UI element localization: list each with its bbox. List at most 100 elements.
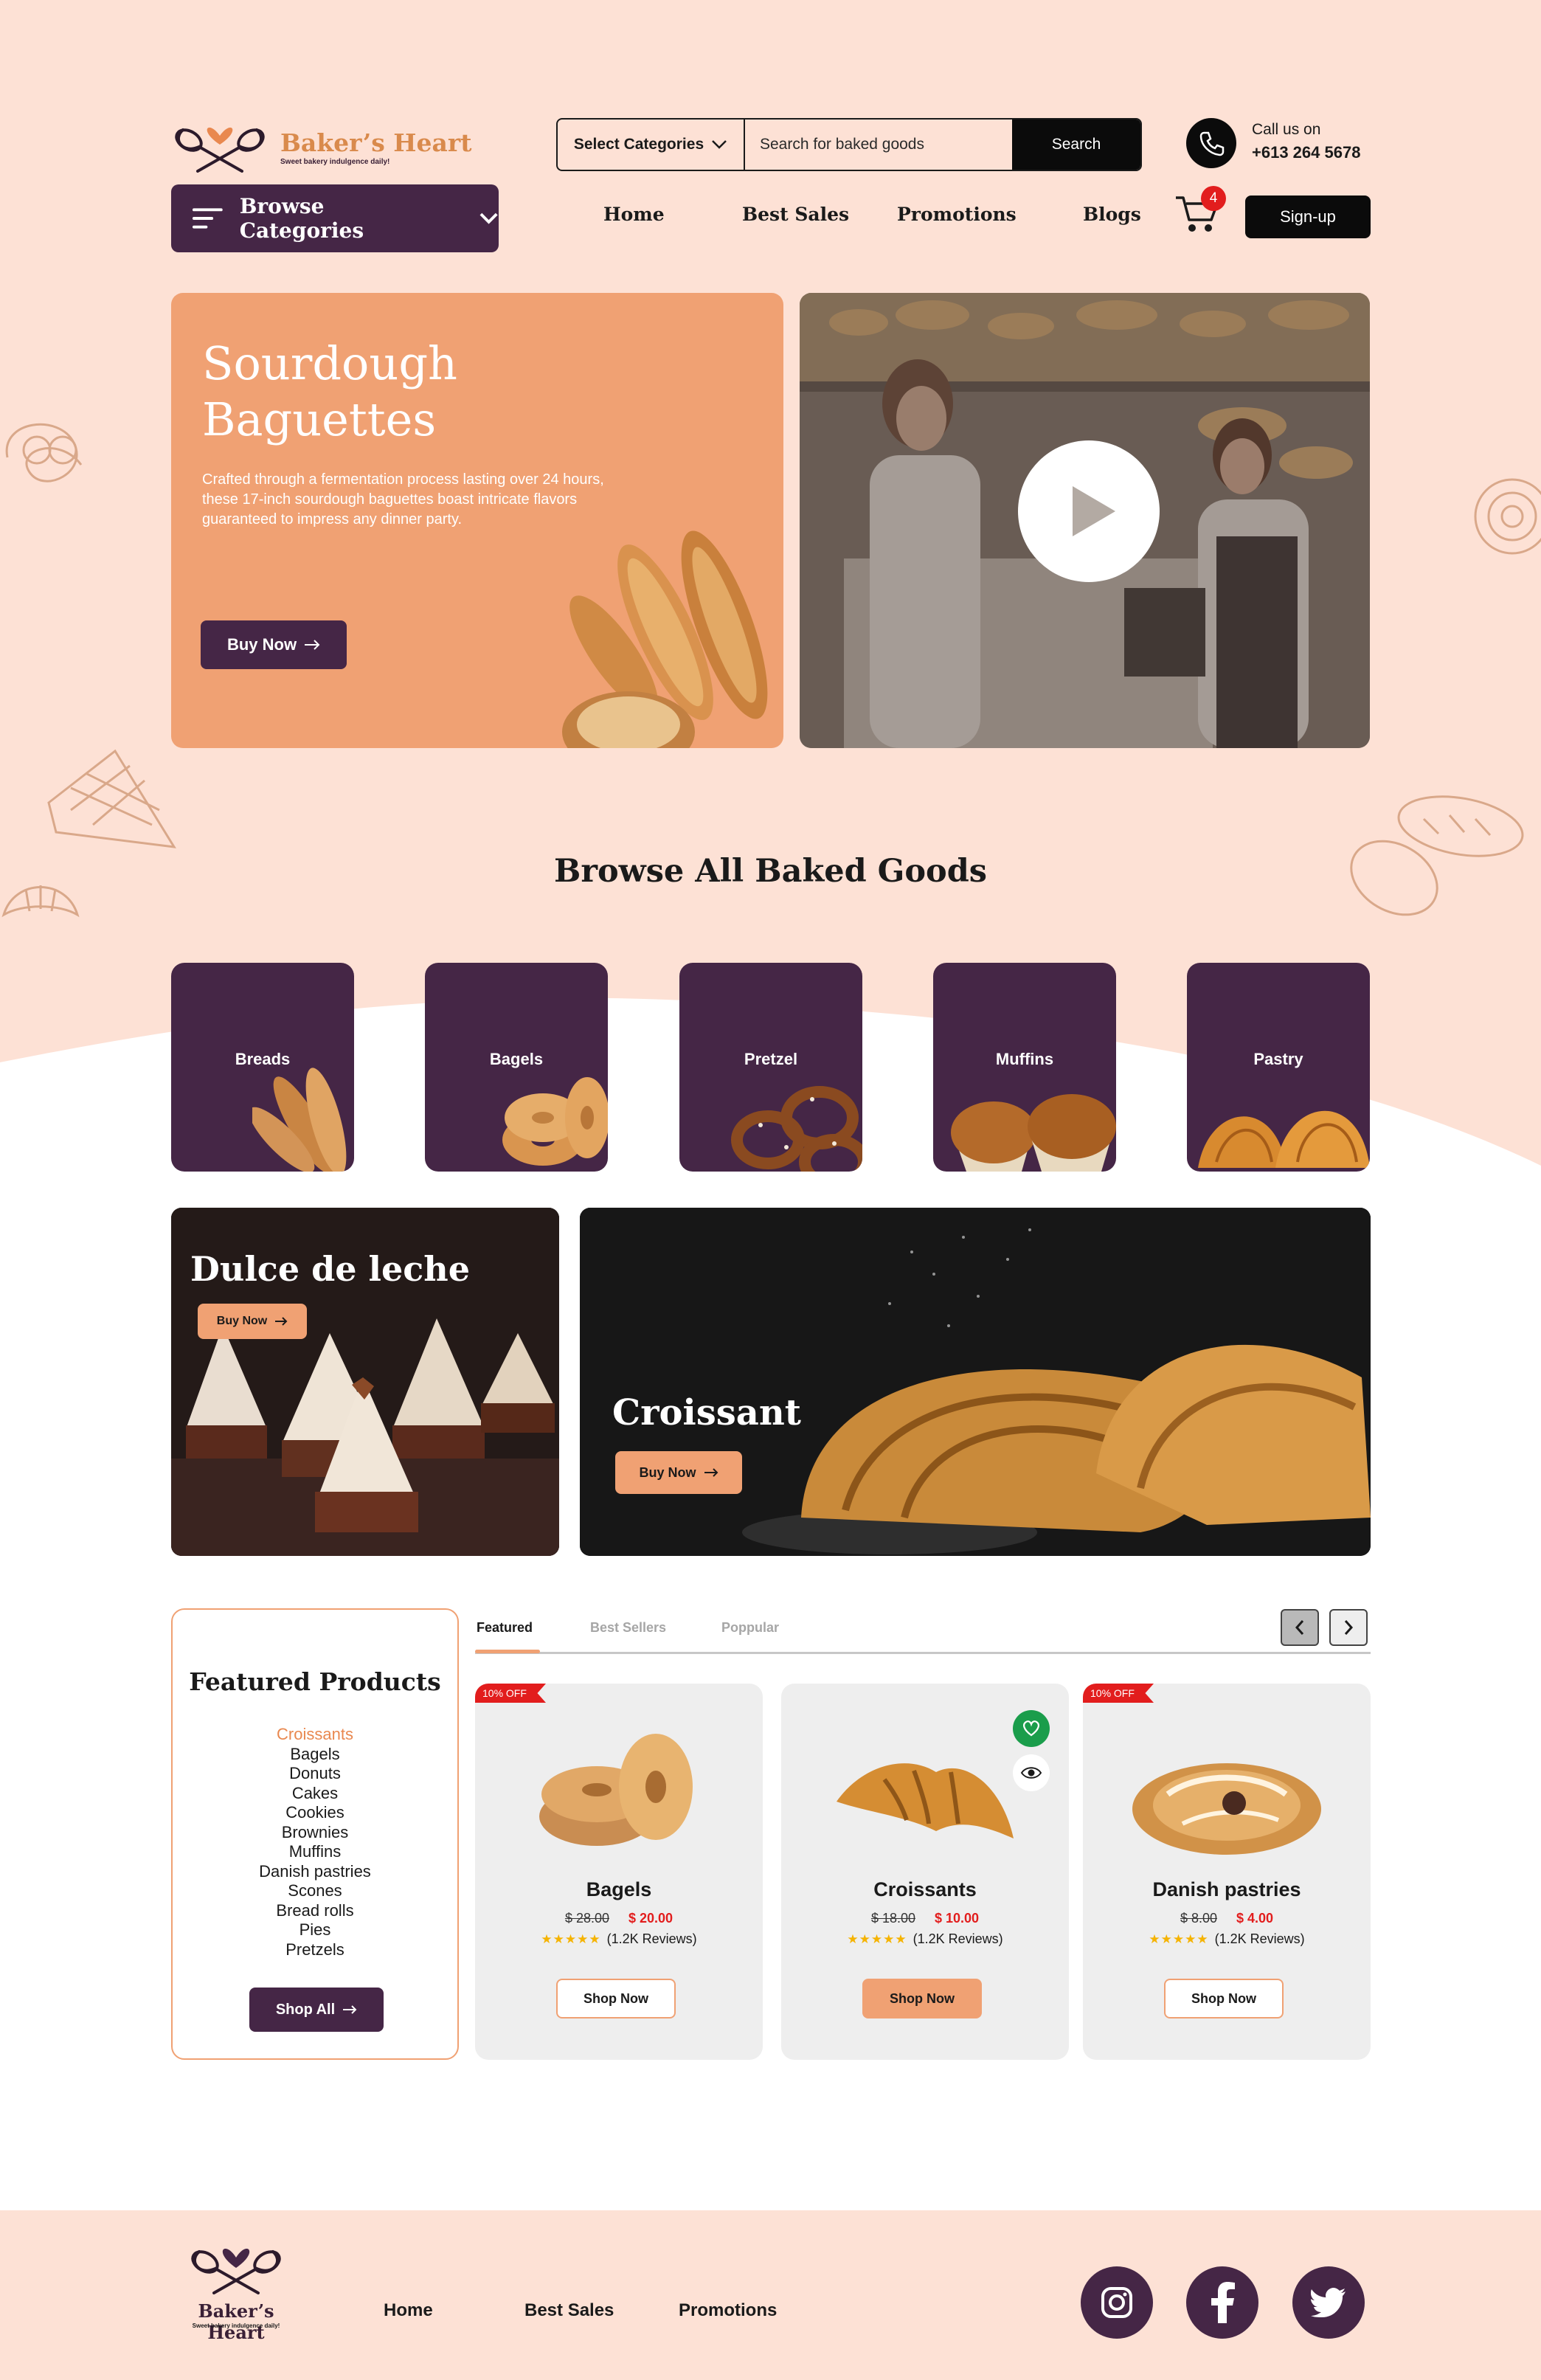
featured-list-item[interactable]: Pretzels [173,1940,457,1960]
product-rating: ★★★★★ (1.2K Reviews) [781,1931,1069,1947]
video-player[interactable] [800,293,1370,748]
arrow-right-icon [704,1468,718,1477]
category-tile-breads[interactable]: Breads [171,963,354,1172]
category-tile-muffins[interactable]: Muffins [933,963,1116,1172]
browse-categories-label: Browse Categories [239,194,364,243]
old-price: $ 8.00 [1180,1911,1217,1926]
featured-list-item[interactable]: Muffins [173,1842,457,1862]
featured-list-item[interactable]: Danish pastries [173,1862,457,1882]
featured-list-item[interactable]: Cookies [173,1803,457,1823]
footer-link-promotions[interactable]: Promotions [679,2300,777,2321]
star-rating-icon: ★★★★★ [847,1931,907,1946]
tab-best-sellers[interactable]: Best Sellers [590,1620,666,1636]
product-name: Danish pastries [1152,1878,1301,1900]
new-price: $ 4.00 [1236,1911,1274,1926]
featured-title: Featured Products [189,1667,441,1696]
review-count: (1.2K Reviews) [913,1931,1003,1946]
review-count: (1.2K Reviews) [1214,1931,1305,1946]
browse-section-title: Browse All Baked Goods [554,853,987,890]
search-button[interactable]: Search [1012,120,1140,170]
tab-popular[interactable]: Poppular [721,1620,779,1636]
phone-number[interactable]: +613 264 5678 [1252,143,1360,162]
product-card[interactable]: 10% OFF Danish pastries $ 8.00 $ 4.00 ★★… [1083,1684,1371,2060]
product-card[interactable]: 10% OFF Bagels $ 28.00 $ 20.00 ★★★★★ (1.… [475,1684,763,2060]
product-card[interactable]: Croissants $ 18.00 $ 10.00 ★★★★★ (1.2K R… [781,1684,1069,2060]
star-rating-icon: ★★★★★ [1149,1931,1209,1946]
whisk-heart-logo-icon [175,127,265,173]
arrow-right-icon [275,1317,288,1326]
footer-brand-tagline: Sweet bakery indulgence daily! [192,2322,280,2329]
discount-badge: 10% OFF [475,1684,546,1703]
nav-best-sales[interactable]: Best Sales [742,204,849,225]
active-tab-indicator [475,1650,540,1653]
discount-badge: 10% OFF [1083,1684,1154,1703]
footer-link-best-sales[interactable]: Best Sales [524,2300,614,2321]
promo-title: Croissant [612,1392,801,1433]
nav-promotions[interactable]: Promotions [897,204,1017,225]
brand-tagline: Sweet bakery indulgence daily! [280,158,390,166]
tab-featured[interactable]: Featured [477,1620,533,1636]
danish-doodle-icon [1474,478,1541,555]
browse-categories-button[interactable]: Browse Categories [171,184,499,252]
shop-all-button[interactable]: Shop All [249,1988,384,2032]
old-price: $ 28.00 [564,1911,609,1926]
next-button[interactable] [1329,1609,1368,1646]
shop-now-button[interactable]: Shop Now [862,1979,982,2018]
shop-now-button[interactable]: Shop Now [556,1979,676,2018]
product-rating: ★★★★★ (1.2K Reviews) [475,1931,763,1947]
product-price: $ 8.00 $ 4.00 [1083,1911,1371,1926]
featured-list-item[interactable]: Bagels [173,1745,457,1765]
footer-brand-name: Baker’s Heart [198,2300,274,2343]
product-rating: ★★★★★ (1.2K Reviews) [1083,1931,1371,1947]
hero-title: Sourdough Baguettes [202,336,457,446]
nav-home[interactable]: Home [603,204,665,225]
bagels-image [502,1077,608,1166]
category-tile-pastry[interactable]: Pastry [1187,963,1370,1172]
instagram-icon[interactable] [1081,2266,1153,2339]
prev-button[interactable] [1281,1609,1319,1646]
nav-blogs[interactable]: Blogs [1083,204,1141,225]
signup-button[interactable]: Sign-up [1245,196,1371,238]
featured-list-item[interactable]: Cakes [173,1784,457,1804]
arrow-right-icon [343,2005,357,2014]
pretzel-image [731,1086,862,1172]
promo-buy-now-button[interactable]: Buy Now [615,1451,742,1494]
heart-icon[interactable] [1013,1710,1050,1747]
featured-list-item[interactable]: Donuts [173,1764,457,1784]
chevron-right-icon [1344,1620,1354,1635]
whisk-heart-logo-icon [191,2249,281,2294]
chevron-down-icon [712,140,727,149]
shop-now-button[interactable]: Shop Now [1164,1979,1284,2018]
chevron-left-icon [1295,1620,1304,1635]
promo-croissant: Croissant Buy Now [580,1208,1371,1556]
category-tile-bagels[interactable]: Bagels [425,963,608,1172]
croissant-image [580,1208,1371,1556]
featured-list-item[interactable]: Bread rolls [173,1901,457,1921]
eye-icon[interactable] [1013,1754,1050,1791]
category-select[interactable]: Select Categories [558,120,745,170]
featured-list-item[interactable]: Croissants [173,1725,457,1745]
category-tile-pretzel[interactable]: Pretzel [679,963,862,1172]
footer-link-home[interactable]: Home [384,2300,433,2321]
breads-image [252,1068,347,1172]
search-input[interactable] [745,120,1012,170]
brand-logo[interactable]: Baker’s Heart Sweet bakery indulgence da… [168,114,471,173]
twitter-icon[interactable] [1292,2266,1365,2339]
chevron-down-icon [479,212,498,224]
hero-buy-now-button[interactable]: Buy Now [201,620,347,669]
search-bar: Select Categories Search [556,118,1142,171]
phone-icon[interactable] [1186,118,1236,168]
review-count: (1.2K Reviews) [606,1931,697,1946]
featured-list-item[interactable]: Brownies [173,1823,457,1843]
danish-pastries-product-image [1132,1763,1321,1855]
promo-buy-now-button[interactable]: Buy Now [198,1304,307,1339]
featured-list-item[interactable]: Pies [173,1920,457,1940]
cart-count-badge: 4 [1201,186,1226,211]
featured-list-item[interactable]: Scones [173,1881,457,1901]
facebook-icon[interactable] [1186,2266,1258,2339]
play-button[interactable] [1018,440,1160,582]
footer-logo[interactable]: Baker’s Heart Sweet bakery indulgence da… [170,2235,302,2343]
muffins-image [951,1094,1116,1172]
pretzel-doodle-icon [5,423,83,482]
promo-dulce-de-leche: Dulce de leche Buy Now [171,1208,559,1556]
